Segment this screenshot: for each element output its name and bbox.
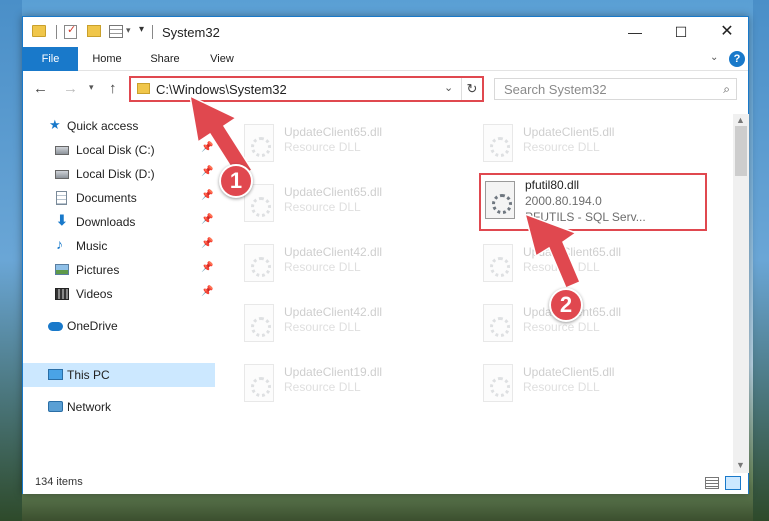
step-1-badge: 1 bbox=[219, 164, 253, 198]
arrow-2-icon bbox=[523, 212, 581, 289]
annotation-arrows bbox=[189, 94, 581, 289]
step-2-badge: 2 bbox=[549, 288, 583, 322]
